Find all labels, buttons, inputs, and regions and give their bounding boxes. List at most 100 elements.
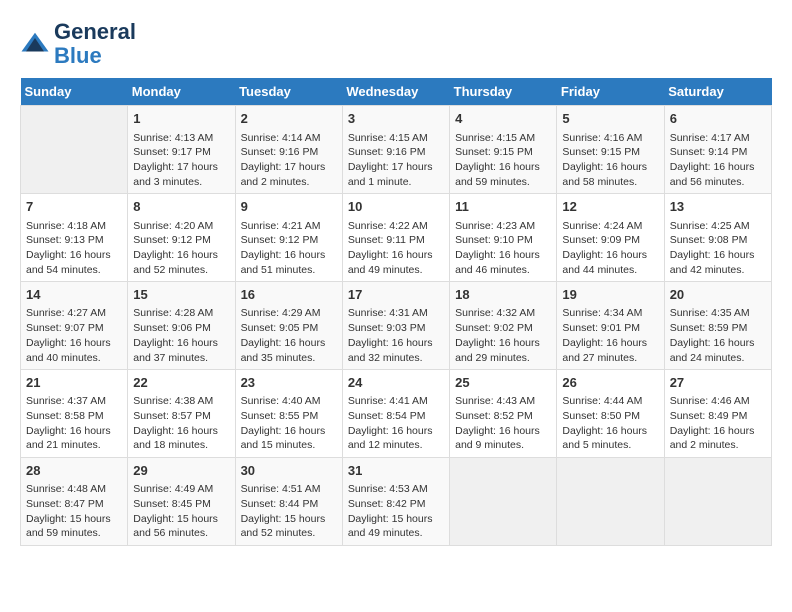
day-number: 13	[670, 198, 766, 216]
calendar-cell: 27Sunrise: 4:46 AM Sunset: 8:49 PM Dayli…	[664, 370, 771, 458]
day-info: Sunrise: 4:41 AM Sunset: 8:54 PM Dayligh…	[348, 394, 444, 453]
day-info: Sunrise: 4:53 AM Sunset: 8:42 PM Dayligh…	[348, 482, 444, 541]
calendar-cell: 23 Sunrise: 4:40 AM Sunset: 8:55 PM Dayli…	[235, 370, 342, 458]
logo: General Blue	[20, 20, 136, 68]
calendar-cell: 21 Sunrise: 4:37 AM Sunset: 8:58 PM Dayli…	[21, 370, 128, 458]
day-number: 31	[348, 462, 444, 480]
calendar-cell: 24 Sunrise: 4:41 AM Sunset: 8:54 PM Dayli…	[342, 370, 449, 458]
day-number: 9	[241, 198, 337, 216]
day-info: Sunrise: 4:48 AM Sunset: 8:47 PM Dayligh…	[26, 482, 122, 541]
day-number: 22	[133, 374, 229, 392]
calendar-cell: 18Sunrise: 4:32 AM Sunset: 9:02 PM Dayli…	[450, 282, 557, 370]
day-number: 14	[26, 286, 122, 304]
day-info: Sunrise: 4:40 AM Sunset: 8:55 PM Dayligh…	[241, 394, 337, 453]
calendar-cell: 26Sunrise: 4:44 AM Sunset: 8:50 PM Dayli…	[557, 370, 664, 458]
calendar-cell: 2 Sunrise: 4:14 AM Sunset: 9:16 PM Daylig…	[235, 106, 342, 194]
calendar-cell: 10 Sunrise: 4:22 AM Sunset: 9:11 PM Dayli…	[342, 194, 449, 282]
calendar-cell: 5 Sunrise: 4:16 AM Sunset: 9:15 PM Daylig…	[557, 106, 664, 194]
day-number: 8	[133, 198, 229, 216]
calendar-cell: 31 Sunrise: 4:53 AM Sunset: 8:42 PM Dayli…	[342, 458, 449, 546]
day-info: Sunrise: 4:18 AM Sunset: 9:13 PM Dayligh…	[26, 219, 122, 278]
calendar-cell: 14 Sunrise: 4:27 AM Sunset: 9:07 PM Dayli…	[21, 282, 128, 370]
day-number: 24	[348, 374, 444, 392]
calendar-cell: 15Sunrise: 4:28 AM Sunset: 9:06 PM Dayli…	[128, 282, 235, 370]
day-info: Sunrise: 4:20 AM Sunset: 9:12 PM Dayligh…	[133, 219, 229, 278]
day-number: 1	[133, 110, 229, 128]
day-number: 20	[670, 286, 766, 304]
day-number: 29	[133, 462, 229, 480]
day-number: 10	[348, 198, 444, 216]
day-info: Sunrise: 4:43 AM Sunset: 8:52 PM Dayligh…	[455, 394, 551, 453]
day-number: 2	[241, 110, 337, 128]
header-friday: Friday	[557, 78, 664, 106]
day-info: Sunrise: 4:51 AM Sunset: 8:44 PM Dayligh…	[241, 482, 337, 541]
day-number: 5	[562, 110, 658, 128]
calendar-cell: 8 Sunrise: 4:20 AM Sunset: 9:12 PM Daylig…	[128, 194, 235, 282]
day-info: Sunrise: 4:49 AM Sunset: 8:45 PM Dayligh…	[133, 482, 229, 541]
day-info: Sunrise: 4:16 AM Sunset: 9:15 PM Dayligh…	[562, 131, 658, 190]
calendar-cell: 22 Sunrise: 4:38 AM Sunset: 8:57 PM Dayli…	[128, 370, 235, 458]
calendar-cell: 9 Sunrise: 4:21 AM Sunset: 9:12 PM Daylig…	[235, 194, 342, 282]
day-number: 6	[670, 110, 766, 128]
calendar-cell: 13 Sunrise: 4:25 AM Sunset: 9:08 PM Dayli…	[664, 194, 771, 282]
calendar-week-row: 21 Sunrise: 4:37 AM Sunset: 8:58 PM Dayli…	[21, 370, 772, 458]
calendar-cell: 29 Sunrise: 4:49 AM Sunset: 8:45 PM Dayli…	[128, 458, 235, 546]
header-wednesday: Wednesday	[342, 78, 449, 106]
calendar-cell: 11 Sunrise: 4:23 AM Sunset: 9:10 PM Dayli…	[450, 194, 557, 282]
day-number: 11	[455, 198, 551, 216]
calendar-header-row: SundayMondayTuesdayWednesdayThursdayFrid…	[21, 78, 772, 106]
day-info: Sunrise: 4:23 AM Sunset: 9:10 PM Dayligh…	[455, 219, 551, 278]
header-monday: Monday	[128, 78, 235, 106]
calendar-cell: 30 Sunrise: 4:51 AM Sunset: 8:44 PM Dayli…	[235, 458, 342, 546]
header-tuesday: Tuesday	[235, 78, 342, 106]
day-number: 7	[26, 198, 122, 216]
day-info: Sunrise: 4:37 AM Sunset: 8:58 PM Dayligh…	[26, 394, 122, 453]
day-number: 23	[241, 374, 337, 392]
calendar-cell: 28 Sunrise: 4:48 AM Sunset: 8:47 PM Dayli…	[21, 458, 128, 546]
header-sunday: Sunday	[21, 78, 128, 106]
day-info: Sunrise: 4:38 AM Sunset: 8:57 PM Dayligh…	[133, 394, 229, 453]
day-info: Sunrise: 4:22 AM Sunset: 9:11 PM Dayligh…	[348, 219, 444, 278]
calendar-week-row: 28 Sunrise: 4:48 AM Sunset: 8:47 PM Dayli…	[21, 458, 772, 546]
calendar-cell: 4Sunrise: 4:15 AM Sunset: 9:15 PM Daylig…	[450, 106, 557, 194]
calendar-cell: 12 Sunrise: 4:24 AM Sunset: 9:09 PM Dayli…	[557, 194, 664, 282]
day-info: Sunrise: 4:24 AM Sunset: 9:09 PM Dayligh…	[562, 219, 658, 278]
day-number: 25	[455, 374, 551, 392]
day-number: 18	[455, 286, 551, 304]
day-info: Sunrise: 4:29 AM Sunset: 9:05 PM Dayligh…	[241, 306, 337, 365]
page-header: General Blue	[20, 20, 772, 68]
day-number: 3	[348, 110, 444, 128]
day-info: Sunrise: 4:17 AM Sunset: 9:14 PM Dayligh…	[670, 131, 766, 190]
day-info: Sunrise: 4:13 AM Sunset: 9:17 PM Dayligh…	[133, 131, 229, 190]
day-info: Sunrise: 4:34 AM Sunset: 9:01 PM Dayligh…	[562, 306, 658, 365]
calendar-week-row: 14 Sunrise: 4:27 AM Sunset: 9:07 PM Dayli…	[21, 282, 772, 370]
day-number: 30	[241, 462, 337, 480]
calendar-cell: 6 Sunrise: 4:17 AM Sunset: 9:14 PM Daylig…	[664, 106, 771, 194]
day-number: 27	[670, 374, 766, 392]
calendar-week-row: 7 Sunrise: 4:18 AM Sunset: 9:13 PM Daylig…	[21, 194, 772, 282]
calendar-cell	[450, 458, 557, 546]
day-number: 21	[26, 374, 122, 392]
logo-text: General Blue	[54, 20, 136, 68]
day-number: 12	[562, 198, 658, 216]
day-info: Sunrise: 4:25 AM Sunset: 9:08 PM Dayligh…	[670, 219, 766, 278]
calendar-cell	[664, 458, 771, 546]
day-info: Sunrise: 4:31 AM Sunset: 9:03 PM Dayligh…	[348, 306, 444, 365]
day-number: 28	[26, 462, 122, 480]
calendar-cell: 16 Sunrise: 4:29 AM Sunset: 9:05 PM Dayli…	[235, 282, 342, 370]
day-number: 16	[241, 286, 337, 304]
logo-icon	[20, 29, 50, 59]
calendar-cell: 1 Sunrise: 4:13 AM Sunset: 9:17 PM Daylig…	[128, 106, 235, 194]
day-info: Sunrise: 4:14 AM Sunset: 9:16 PM Dayligh…	[241, 131, 337, 190]
day-info: Sunrise: 4:15 AM Sunset: 9:16 PM Dayligh…	[348, 131, 444, 190]
day-info: Sunrise: 4:21 AM Sunset: 9:12 PM Dayligh…	[241, 219, 337, 278]
calendar-cell: 25 Sunrise: 4:43 AM Sunset: 8:52 PM Dayli…	[450, 370, 557, 458]
calendar-cell	[557, 458, 664, 546]
day-info: Sunrise: 4:28 AM Sunset: 9:06 PM Dayligh…	[133, 306, 229, 365]
calendar-cell: 3 Sunrise: 4:15 AM Sunset: 9:16 PM Daylig…	[342, 106, 449, 194]
day-info: Sunrise: 4:35 AM Sunset: 8:59 PM Dayligh…	[670, 306, 766, 365]
calendar-cell: 19 Sunrise: 4:34 AM Sunset: 9:01 PM Dayli…	[557, 282, 664, 370]
day-info: Sunrise: 4:27 AM Sunset: 9:07 PM Dayligh…	[26, 306, 122, 365]
day-number: 19	[562, 286, 658, 304]
calendar-cell: 20 Sunrise: 4:35 AM Sunset: 8:59 PM Dayli…	[664, 282, 771, 370]
